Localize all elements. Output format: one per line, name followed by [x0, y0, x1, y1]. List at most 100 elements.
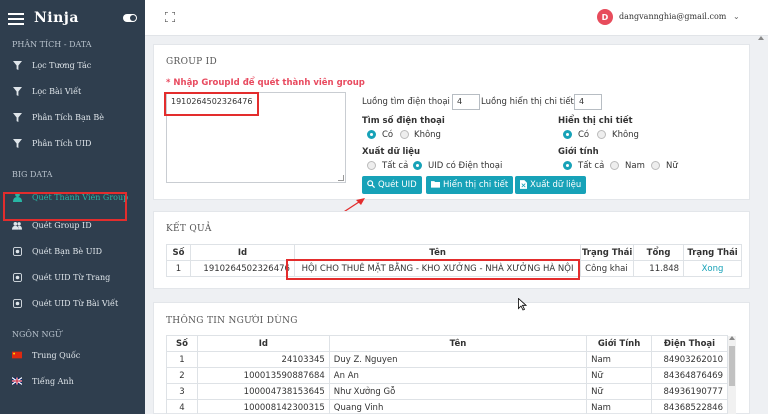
cell-uid: 100004738153645 — [196, 383, 330, 400]
export-data-label: Xuất dữ liệu — [362, 147, 421, 157]
scroll-up-icon[interactable] — [758, 36, 764, 40]
show-detail-button-label: Hiển thị chi tiết — [443, 180, 509, 190]
cell-phone: 84903262010 — [650, 351, 729, 368]
find-phone-yes-radio[interactable] — [367, 130, 376, 139]
table-row[interactable]: 1 24103345 Duy Z. Nguyen Nam 84903262010 — [166, 351, 729, 368]
sidebar-item-phan-tich-uid[interactable]: Phân Tích UID — [0, 130, 145, 156]
gender-female-radio[interactable] — [651, 161, 660, 170]
export-data-button[interactable]: Xuất dữ liệu — [515, 176, 587, 194]
sidebar-item-quet-uid-tu-trang[interactable]: Quét UID Từ Trang — [0, 264, 145, 290]
column-header: Trạng Thái — [580, 244, 635, 261]
toggle-icon[interactable] — [123, 14, 137, 22]
sidebar-item-loc-bai-viet[interactable]: Lọc Bài Viết — [0, 78, 145, 104]
table-row[interactable]: 3 100004738153645 Như Xưởng Gỗ Nữ 849361… — [166, 383, 729, 400]
cell-name: Quang Vinh — [328, 399, 588, 414]
sidebar-item-quet-ban-be-uid[interactable]: Quét Bạn Bè UID — [0, 238, 145, 264]
cell-index: 4 — [166, 399, 198, 414]
sidebar-item-quet-uid-tu-bai-viet[interactable]: Quét UID Từ Bài Viết — [0, 290, 145, 316]
app-title: Ninja — [34, 10, 79, 26]
find-phone-label: Tìm số điện thoại — [362, 116, 445, 126]
chevron-down-icon[interactable]: ⌄ — [733, 12, 740, 21]
cell-index: 1 — [166, 351, 198, 368]
sidebar-item-phan-tich-ban-be[interactable]: Phân Tích Bạn Bè — [0, 104, 145, 130]
export-phone-radio[interactable] — [413, 161, 422, 170]
find-phone-no-radio[interactable] — [400, 130, 409, 139]
cell-uid: 100013590887684 — [196, 367, 330, 384]
table-row[interactable]: 4 100008142300315 Quang Vinh Nam 8436852… — [166, 399, 729, 414]
sidebar-item-label: Quét Bạn Bè UID — [32, 246, 103, 256]
detail-threads-input[interactable]: 4 — [574, 94, 602, 110]
section-title-big-data: BIG DATA — [12, 170, 53, 179]
panel-title: KẾT QUẢ — [166, 224, 212, 234]
panel-title: GROUP ID — [166, 57, 218, 67]
cell-gender: Nữ — [586, 367, 652, 384]
table-scrollbar[interactable] — [728, 336, 736, 414]
cell-gender: Nam — [586, 399, 652, 414]
user-table: Số Id Tên Giới Tính Điện Thoại 1 2410334… — [166, 335, 729, 414]
cell-phone: 84936190777 — [650, 383, 729, 400]
page-scrollbar[interactable] — [757, 36, 765, 414]
scan-uid-button[interactable]: Quét UID — [362, 176, 422, 194]
phone-threads-input[interactable]: 4 — [452, 94, 480, 110]
cell-privacy: Công khai — [580, 260, 635, 277]
gender-label: Giới tính — [558, 147, 599, 157]
export-all-radio[interactable] — [367, 161, 376, 170]
sidebar-item-label: Tiếng Anh — [32, 376, 74, 386]
cell-gender: Nam — [586, 351, 652, 368]
sidebar-item-label: Lọc Tương Tác — [32, 60, 92, 70]
find-phone-no-label: Không — [414, 130, 441, 140]
sidebar-item-loc-tuong-tac[interactable]: Lọc Tương Tác — [0, 52, 145, 78]
filter-icon — [12, 112, 22, 122]
export-data-button-label: Xuất dữ liệu — [530, 180, 582, 190]
sidebar-item-label: Quét UID Từ Bài Viết — [32, 298, 119, 308]
folder-icon — [431, 180, 440, 190]
sidebar-item-label: Lọc Bài Viết — [32, 86, 82, 96]
show-detail-button[interactable]: Hiển thị chi tiết — [426, 176, 514, 194]
filter-icon — [12, 86, 22, 96]
gender-male-radio[interactable] — [610, 161, 619, 170]
cell-gender: Nữ — [586, 383, 652, 400]
cell-phone: 84364876469 — [650, 367, 729, 384]
find-phone-yes-label: Có — [382, 130, 394, 140]
sidebar-item-label: Phân Tích Bạn Bè — [32, 112, 105, 122]
sidebar-item-label: Phân Tích UID — [32, 138, 92, 148]
highlight-box-sidebar — [3, 192, 127, 221]
box-icon — [12, 246, 22, 256]
china-flag-icon — [12, 350, 22, 360]
show-detail-yes-radio[interactable] — [563, 130, 572, 139]
filter-icon — [12, 138, 22, 148]
column-header: Số — [166, 335, 198, 352]
table-header-row: Số Id Tên Giới Tính Điện Thoại — [166, 335, 729, 352]
sidebar-item-trung-quoc[interactable]: Trung Quốc — [0, 342, 145, 368]
user-email[interactable]: dangvannghia@gmail.com — [619, 12, 726, 21]
cell-id: 1910264502326476 — [189, 260, 295, 277]
section-title-language: NGÔN NGỮ — [12, 330, 62, 339]
sidebar-item-label: Quét UID Từ Trang — [32, 272, 111, 282]
resize-handle[interactable] — [338, 175, 344, 181]
section-title-analysis: PHÂN TÍCH - DATA — [12, 40, 92, 49]
detail-threads-label: Luồng hiển thị chi tiết — [481, 97, 574, 107]
scrollbar-thumb[interactable] — [729, 346, 735, 386]
export-all-label: Tất cả — [382, 161, 409, 171]
table-row[interactable]: 2 100013590887684 An An Nữ 84364876469 — [166, 367, 729, 384]
brand: Ninja — [0, 0, 145, 36]
cell-index: 1 — [166, 260, 191, 277]
group-id-panel: GROUP ID * Nhập GroupId để quét thành vi… — [153, 44, 750, 218]
cell-phone: 84368522846 — [650, 399, 729, 414]
box-icon — [12, 272, 22, 282]
column-header: Tổng — [633, 244, 685, 261]
cell-index: 3 — [166, 383, 198, 400]
column-header: Id — [189, 244, 295, 261]
show-detail-no-radio[interactable] — [597, 130, 606, 139]
cell-total: 11.848 — [633, 260, 685, 277]
filter-icon — [12, 60, 22, 70]
uk-flag-icon — [12, 376, 22, 386]
scroll-up-icon[interactable] — [729, 336, 735, 340]
cell-status[interactable]: Xong — [683, 260, 742, 277]
menu-icon[interactable] — [8, 10, 26, 26]
avatar[interactable]: D — [597, 9, 613, 25]
topbar: D dangvannghia@gmail.com ⌄ — [145, 0, 768, 36]
gender-all-radio[interactable] — [563, 161, 572, 170]
fullscreen-icon[interactable] — [165, 12, 175, 22]
sidebar-item-tieng-anh[interactable]: Tiếng Anh — [0, 368, 145, 394]
